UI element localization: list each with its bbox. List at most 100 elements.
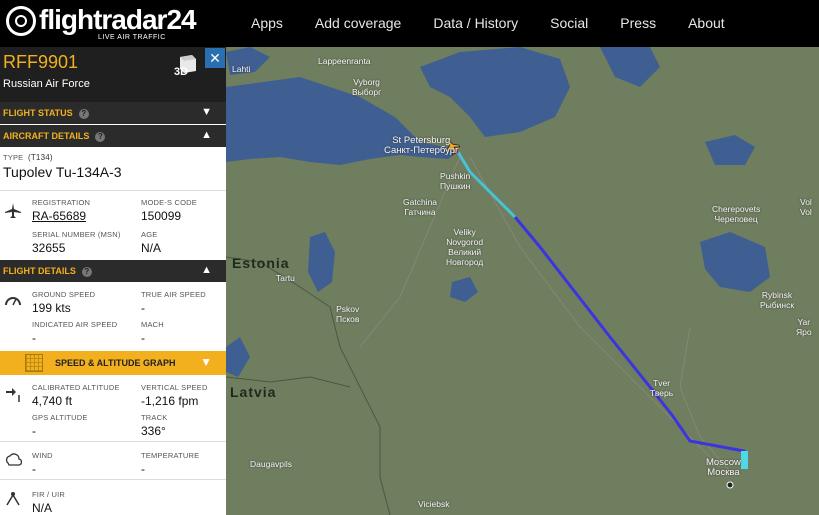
cube-icon: 3D [174, 55, 196, 78]
type-label: TYPE [3, 153, 24, 162]
wind-value: - [32, 462, 36, 476]
mach-label: MACH [141, 320, 164, 329]
flightradar24-logo[interactable]: flightradar24 LIVE AIR TRAFFIC [6, 4, 197, 44]
mode-s-value: 150099 [141, 209, 182, 223]
nav-apps[interactable]: Apps [235, 0, 299, 47]
true-air-speed-label: TRUE AIR SPEED [141, 290, 206, 299]
graph-icon [25, 354, 43, 372]
vertical-speed: VERTICAL SPEED -1,216 fpm [141, 383, 208, 408]
close-panel-button[interactable]: ✕ [205, 48, 225, 68]
path-end-segment [741, 451, 748, 469]
divider [0, 441, 226, 442]
mode-s-label: MODE-S CODE [141, 198, 197, 207]
3d-view-button[interactable]: 3D [172, 53, 198, 79]
city-gatchina: Gatchina Гатчина [403, 197, 438, 217]
city-pushkin: Pushkin Пушкин [440, 171, 471, 191]
indicated-air-speed-label: INDICATED AIR SPEED [32, 320, 118, 329]
city-cherepovets: Cherepovets Череповец [712, 204, 761, 224]
radar-icon [6, 6, 36, 36]
track: TRACK 336° [141, 413, 167, 438]
country-estonia: Estonia [232, 255, 290, 271]
fir-label: FIR / UIR [32, 490, 66, 499]
nav-social[interactable]: Social [534, 0, 604, 47]
track-label: TRACK [141, 413, 168, 422]
gps-altitude-label: GPS ALTITUDE [32, 413, 88, 422]
ground-speed: GROUND SPEED 199 kts [32, 290, 95, 315]
track-value: 336° [141, 424, 166, 438]
nav-about[interactable]: About [672, 0, 741, 47]
help-icon[interactable]: ? [78, 108, 89, 119]
ground-speed-value: 199 kts [32, 301, 71, 315]
altitude-icon [6, 388, 20, 402]
flight-info-panel: RFF9901 Russian Air Force 3D ✕ FLIGHT ST… [0, 47, 226, 515]
svg-text:3D: 3D [174, 66, 188, 78]
temperature-value: - [141, 462, 145, 476]
help-icon[interactable]: ? [95, 131, 106, 142]
city-lappeenranta: Lappeenranta [318, 56, 371, 66]
top-navigation-bar: flightradar24 LIVE AIR TRAFFIC Apps Add … [0, 0, 819, 47]
weather-icon [5, 453, 22, 466]
calibrated-altitude: CALIBRATED ALTITUDE 4,740 ft [32, 383, 120, 408]
calibrated-altitude-label: CALIBRATED ALTITUDE [32, 383, 120, 392]
nav-press[interactable]: Press [604, 0, 672, 47]
chevron-up-icon: ▲ [201, 129, 212, 141]
country-latvia: Latvia [230, 384, 277, 400]
section-flight-status[interactable]: FLIGHT STATUS? ▼ [0, 102, 226, 124]
logo-tagline: LIVE AIR TRAFFIC [98, 34, 166, 41]
temperature: TEMPERATURE - [141, 451, 199, 476]
registration-value[interactable]: RA-65689 [32, 209, 90, 223]
vertical-speed-label: VERTICAL SPEED [141, 383, 208, 392]
airplane-icon [5, 203, 21, 218]
gps-altitude-value: - [32, 424, 36, 438]
fir-uir: FIR / UIR N/A [32, 490, 65, 515]
section-aircraft-details-label: AIRCRAFT DETAILS [3, 131, 90, 141]
panel-header: RFF9901 Russian Air Force 3D ✕ [0, 47, 226, 102]
mach: MACH - [141, 320, 164, 345]
city-st-petersburg: St Petersburg Санкт-Петербург [384, 135, 459, 156]
moscow-capital-dot [726, 481, 734, 489]
help-icon[interactable]: ? [81, 266, 92, 277]
city-daugavpils: Daugavpils [250, 459, 293, 469]
main-nav: Apps Add coverage Data / History Social … [235, 0, 741, 47]
section-flight-details-label: FLIGHT DETAILS [3, 266, 76, 276]
true-air-speed-value: - [141, 301, 145, 315]
city-tver: Tver Тверь [650, 378, 674, 398]
city-viciebsk: Viciebsk [418, 499, 450, 509]
vertical-speed-value: -1,216 fpm [141, 394, 199, 408]
aircraft-type: TYPE (T134) Tupolev Tu-134A-3 [3, 153, 122, 180]
section-aircraft-details[interactable]: AIRCRAFT DETAILS? ▲ [0, 125, 226, 147]
section-flight-status-label: FLIGHT STATUS [3, 108, 73, 118]
type-name: Tupolev Tu-134A-3 [3, 164, 122, 180]
city-moscow: Moscow Москва [706, 457, 741, 478]
serial-number: SERIAL NUMBER (MSN) 32655 [32, 230, 121, 255]
age-label: AGE [141, 230, 158, 239]
gps-altitude: GPS ALTITUDE - [32, 413, 88, 438]
city-veliky-novgorod: Veliky Novgorod Великий Новгород [446, 227, 484, 267]
temperature-label: TEMPERATURE [141, 451, 200, 460]
age-value: N/A [141, 241, 162, 255]
chevron-down-icon: ▼ [200, 355, 212, 369]
true-air-speed: TRUE AIR SPEED - [141, 290, 206, 315]
divider [0, 479, 226, 480]
speed-altitude-graph-toggle[interactable]: SPEED & ALTITUDE GRAPH ▼ [0, 351, 226, 375]
city-vyborg: Vyborg Выборг [352, 77, 382, 97]
city-tartu: Tartu [276, 273, 295, 283]
nav-data-history[interactable]: Data / History [417, 0, 534, 47]
city-vologda: Vol Vol [800, 197, 812, 217]
city-yaroslavl: Yar Яро [796, 317, 812, 337]
fir-value: N/A [32, 501, 53, 515]
logo-text: flightradar24 [39, 4, 197, 35]
serial-value: 32655 [32, 241, 66, 255]
city-rybinsk: Rybinsk Рыбинск [760, 290, 795, 310]
wind-label: WIND [32, 451, 53, 460]
section-flight-details[interactable]: FLIGHT DETAILS? ▲ [0, 260, 226, 282]
chevron-up-icon: ▲ [201, 264, 212, 276]
nav-add-coverage[interactable]: Add coverage [299, 0, 417, 47]
registration: REGISTRATION RA-65689 [32, 198, 90, 223]
city-lahti: Lahti [232, 64, 251, 74]
indicated-air-speed-value: - [32, 331, 36, 345]
antenna-icon [6, 492, 20, 506]
calibrated-altitude-value: 4,740 ft [32, 394, 73, 408]
divider [0, 190, 226, 191]
chevron-down-icon: ▼ [201, 106, 212, 118]
